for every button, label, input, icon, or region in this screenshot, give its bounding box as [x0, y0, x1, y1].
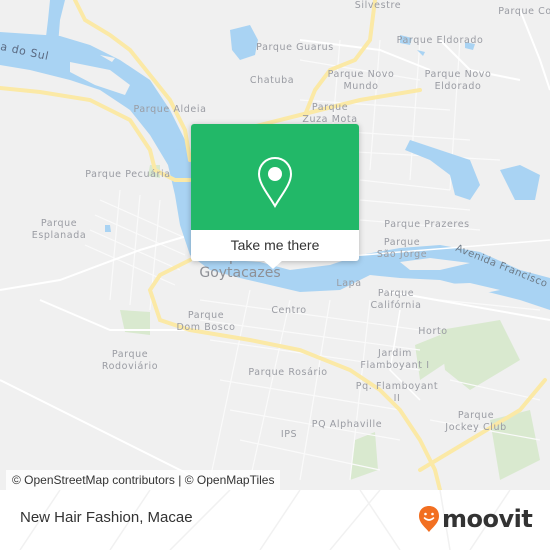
moovit-logo[interactable]: moovit — [418, 504, 533, 534]
place-parque-rosario: Parque Rosário — [248, 367, 328, 378]
place-line: Pq. Flamboyant — [355, 381, 439, 392]
place-line: Parque — [40, 218, 78, 229]
place-jardim-flamboyant-i: Jardim Flamboyant I — [360, 348, 429, 372]
location-popup: Take me there — [191, 124, 359, 269]
place-parque-prazeres: Parque Prazeres — [384, 219, 470, 230]
place-line: Parque — [457, 410, 495, 421]
moovit-pin-icon — [419, 506, 439, 532]
place-parque-dom-bosco: Parque Dom Bosco — [176, 310, 235, 334]
place-line: Rodoviário — [101, 361, 159, 372]
place-line: Flamboyant I — [360, 360, 430, 371]
place-line: Jockey Club — [445, 422, 507, 433]
popup-tail — [263, 260, 283, 269]
place-line: Parque — [377, 288, 415, 299]
place-parque-jockey-club: Parque Jockey Club — [445, 410, 506, 434]
place-ips: IPS — [280, 429, 298, 440]
place-parque-novo-eldorado: Parque Novo Eldorado — [425, 69, 492, 93]
place-line: Califórnia — [370, 300, 422, 311]
place-silvestre: Silvestre — [354, 0, 402, 11]
place-line: Eldorado — [434, 81, 482, 92]
location-title: New Hair Fashion, Macae — [20, 509, 193, 526]
place-parque-zuza-mota: Parque Zuza Mota — [302, 102, 357, 126]
place-line: Jardim — [378, 348, 412, 359]
place-line: São Jorge — [376, 249, 428, 260]
take-me-there-button[interactable]: Take me there — [191, 230, 359, 261]
place-parque-esplanada: Parque Esplanada — [32, 218, 87, 242]
place-line: Dom Bosco — [176, 322, 236, 333]
moovit-logo-text: moovit — [442, 505, 533, 533]
place-line: Parque — [383, 237, 421, 248]
place-pq-flamboyant-ii: Pq. Flamboyant II — [356, 381, 438, 405]
place-parque-guarus: Parque Guarus — [256, 42, 334, 53]
place-line: Parque — [187, 310, 225, 321]
place-lapa: Lapa — [336, 278, 362, 289]
place-chatuba: Chatuba — [249, 75, 295, 86]
place-line: II — [393, 393, 401, 404]
place-line: Mundo — [343, 81, 379, 92]
place-line: Parque — [311, 102, 349, 113]
popup-header — [191, 124, 359, 230]
place-parque-rodoviario: Parque Rodoviário — [102, 349, 158, 373]
place-parque-california: Parque Califórnia — [370, 288, 421, 312]
map-pin-icon — [257, 156, 293, 208]
place-parque-eldorado: Parque Eldorado — [396, 35, 484, 46]
place-parque-novo-mundo: Parque Novo Mundo — [328, 69, 395, 93]
place-parque-sao-jorge: Parque São Jorge — [377, 237, 427, 261]
place-parque-co: Parque Co — [498, 6, 550, 17]
place-centro: Centro — [271, 305, 307, 316]
place-pq-alphaville: PQ Alphaville — [311, 419, 383, 430]
map[interactable]: a do Sul Avenida Francisco V Campos dos … — [0, 0, 550, 490]
place-horto: Horto — [418, 326, 448, 337]
place-line: Esplanada — [31, 230, 87, 241]
place-line: Parque — [111, 349, 149, 360]
place-line: Parque Novo — [327, 69, 395, 80]
place-parque-pecuaria: Parque Pecuária — [85, 169, 171, 180]
place-parque-aldeia: Parque Aldeia — [133, 104, 207, 115]
place-line: Parque Novo — [424, 69, 492, 80]
map-attribution[interactable]: © OpenStreetMap contributors | © OpenMap… — [6, 470, 281, 490]
